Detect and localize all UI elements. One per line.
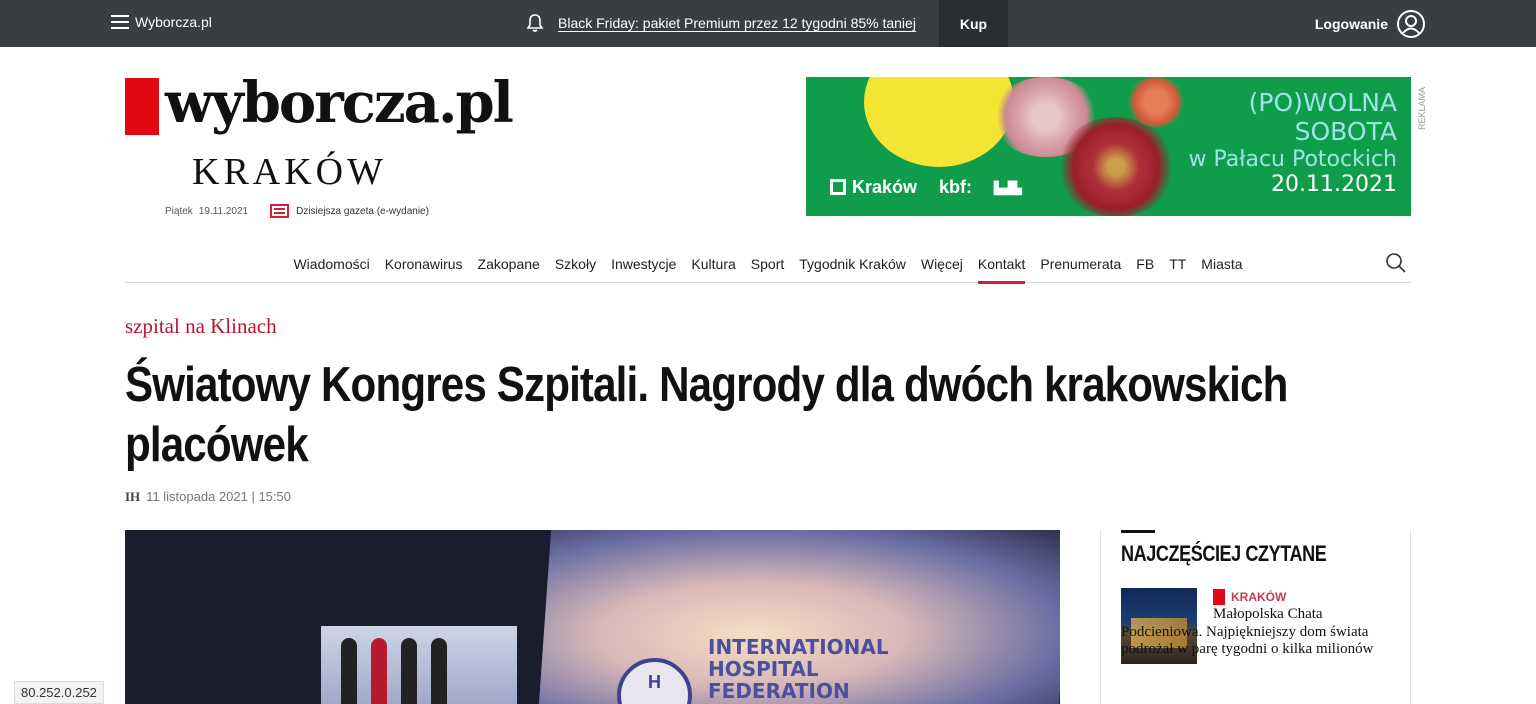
ip-address-badge: 80.252.0.252 [14,681,104,704]
article-kicker[interactable]: szpital na Klinach [125,314,277,339]
nav-item-sport[interactable]: Sport [751,256,784,272]
nav-item-koronawirus[interactable]: Koronawirus [385,256,463,272]
top-bar: Wyborcza.pl Black Friday: pakiet Premium… [0,0,1536,47]
main-menu-button[interactable]: Wyborcza.pl [111,14,212,30]
promo-banner[interactable]: Black Friday: pakiet Premium przez 12 ty… [524,12,916,34]
ad-headline: (PO)WOLNA SOBOTA w Pałacu Potockich 20.1… [1188,88,1397,197]
buy-button[interactable]: Kup [939,0,1008,47]
search-icon[interactable] [1385,252,1407,274]
most-read-tag[interactable]: KRAKÓW [1213,589,1286,605]
logo-red-block [125,78,159,135]
site-logo[interactable]: wyborcza.pl [125,70,514,146]
nav-item-szkoły[interactable]: Szkoły [555,256,596,272]
nav-item-fb[interactable]: FB [1136,256,1154,272]
login-label[interactable]: Logowanie [1315,16,1388,32]
krakow-logo-icon [830,179,846,195]
day-name: Piątek [165,205,193,217]
nav-item-miasta[interactable]: Miasta [1201,256,1242,272]
article-author: IH [125,489,141,504]
main-navigation: Wiadomości Koronawirus Zakopane Szkoły Inwes… [125,244,1411,284]
nav-item-tt[interactable]: TT [1169,256,1186,272]
e-edition-link[interactable]: Dzisiejsza gazeta (e-wydanie) [270,204,429,218]
ad-palace-logo-icon: ▙▟▙ [994,180,1022,195]
nav-item-inwestycje[interactable]: Inwestycje [611,256,676,272]
photo-people [341,638,447,704]
ad-kbf-logo: kbf: [939,177,973,197]
promo-link[interactable]: Black Friday: pakiet Premium przez 12 ty… [558,15,916,31]
most-read-heading: NAJCZĘŚCIEJ CZYTANE [1121,541,1327,566]
nav-item-prenumerata[interactable]: Prenumerata [1040,256,1121,272]
user-icon[interactable] [1396,9,1426,39]
nav-item-więcej[interactable]: Więcej [921,256,963,272]
logo-wordmark[interactable]: wyborcza.pl [165,70,514,136]
ad-logos: Kraków kbf: ▙▟▙ [830,177,1022,198]
ad-krakow-logo: Kraków [830,177,917,198]
most-read-sidebar: NAJCZĘŚCIEJ CZYTANE KRAKÓW Małopolska Ch… [1100,530,1411,704]
dateline: Piątek 19.11.2021 Dzisiejsza gazeta (e-w… [165,204,429,218]
article-photo[interactable]: H INTERNATIONAL HOSPITAL FEDERATION [125,530,1060,704]
ad-line-1: (PO)WOLNA [1248,88,1397,117]
advertisement-banner[interactable]: (PO)WOLNA SOBOTA w Pałacu Potockich 20.1… [806,77,1411,216]
nav-item-tygodnik-kraków[interactable]: Tygodnik Kraków [799,256,906,272]
nav-item-wiadomości[interactable]: Wiadomości [293,256,369,272]
ad-label: REKLAMA [1417,86,1427,130]
ad-line-3: w Pałacu Potockich [1188,146,1397,172]
photo-caption-text: INTERNATIONAL HOSPITAL FEDERATION [708,635,889,703]
article-title: Światowy Kongres Szpitali. Nagrody dla d… [125,358,1288,472]
tag-marker-icon [1213,589,1225,605]
ad-flower-image [1056,117,1176,216]
nav-item-zakopane[interactable]: Zakopane [478,256,540,272]
e-edition-label[interactable]: Dzisiejsza gazeta (e-wydanie) [296,206,429,217]
nav-item-kultura[interactable]: Kultura [691,256,735,272]
ad-line-4: 20.11.2021 [1271,171,1397,197]
hamburger-icon[interactable] [111,15,129,29]
article-date: 11 listopada 2021 | 15:50 [146,489,291,504]
bell-icon [526,14,544,32]
most-read-headline[interactable]: Małopolska Chata Podcieniowa. Najpięknie… [1121,606,1396,659]
ad-line-2: SOBOTA [1294,116,1397,146]
menu-label[interactable]: Wyborcza.pl [135,14,212,30]
login-button[interactable]: Logowanie [1315,9,1426,39]
current-date: 19.11.2021 [198,205,249,217]
city-name[interactable]: KRAKÓW [192,150,387,194]
article-meta: IH 11 listopada 2021 | 15:50 [125,489,291,505]
section-accent-bar [1121,530,1155,533]
nav-item-kontakt[interactable]: Kontakt [977,256,1026,284]
nav-list: Wiadomości Koronawirus Zakopane Szkoły Inwes… [125,244,1411,284]
newspaper-icon [270,204,290,218]
ad-flower-image [1126,77,1186,127]
